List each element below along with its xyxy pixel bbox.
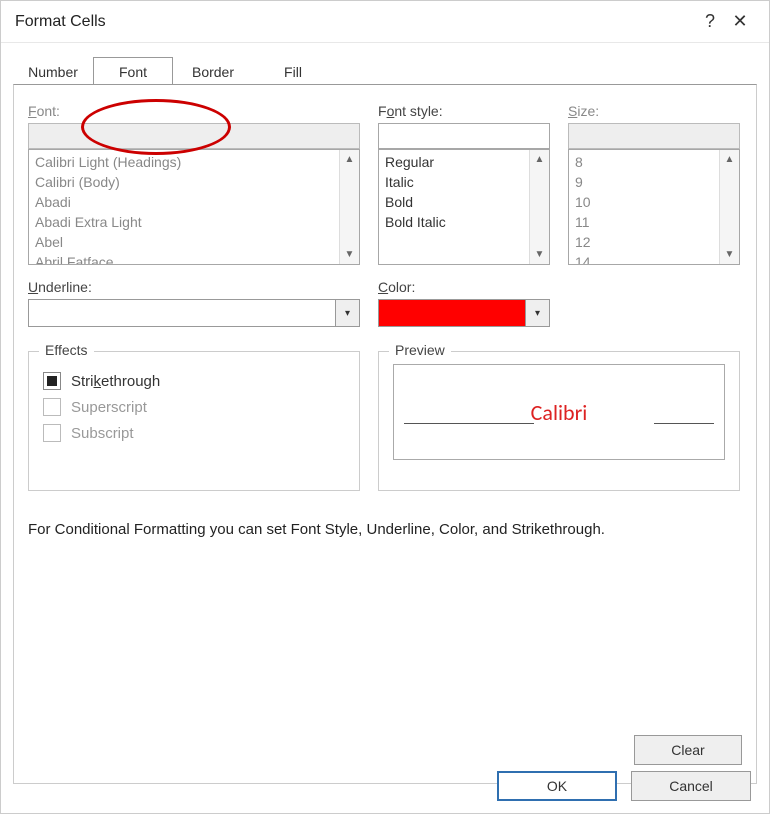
preview-group: Preview Calibri [378, 351, 740, 491]
font-input[interactable] [28, 123, 360, 149]
ok-button[interactable]: OK [497, 771, 617, 801]
font-option[interactable]: Abel [35, 232, 333, 252]
font-option[interactable]: Abadi Extra Light [35, 212, 333, 232]
titlebar: Format Cells ? ✕ [1, 1, 769, 43]
size-option[interactable]: 8 [575, 152, 713, 172]
strikethrough-checkbox[interactable]: Strikethrough [43, 372, 345, 390]
window-title: Format Cells [15, 13, 695, 31]
font-style-option[interactable]: Italic [385, 172, 523, 192]
color-combo[interactable]: ▾ [378, 299, 550, 327]
superscript-label: Superscript [71, 399, 147, 416]
font-option[interactable]: Abril Fatface [35, 252, 333, 265]
checkbox-icon[interactable] [43, 372, 61, 390]
tab-border[interactable]: Border [173, 57, 253, 85]
format-cells-dialog: Format Cells ? ✕ Number Font Border Fill… [0, 0, 770, 814]
chevron-down-icon[interactable]: ▼ [345, 249, 355, 260]
tab-fill[interactable]: Fill [253, 57, 333, 85]
subscript-checkbox: Subscript [43, 424, 345, 442]
font-style-input[interactable] [378, 123, 550, 149]
size-label: Size: [568, 103, 740, 119]
checkbox-icon [43, 424, 61, 442]
size-option[interactable]: 9 [575, 172, 713, 192]
font-label: Font: [28, 103, 360, 119]
underline-label: Underline: [28, 279, 360, 295]
font-style-listbox[interactable]: Regular Italic Bold Bold Italic ▲ ▼ [378, 149, 550, 265]
chevron-up-icon[interactable]: ▲ [535, 154, 545, 165]
size-option[interactable]: 11 [575, 212, 713, 232]
size-input[interactable] [568, 123, 740, 149]
font-style-scrollbar[interactable]: ▲ ▼ [529, 150, 549, 264]
font-listbox[interactable]: Calibri Light (Headings) Calibri (Body) … [28, 149, 360, 265]
clear-button[interactable]: Clear [634, 735, 742, 765]
chevron-up-icon[interactable]: ▲ [345, 154, 355, 165]
size-scrollbar[interactable]: ▲ ▼ [719, 150, 739, 264]
size-option[interactable]: 10 [575, 192, 713, 212]
close-icon[interactable]: ✕ [725, 11, 755, 32]
color-swatch[interactable] [378, 299, 526, 327]
font-style-option[interactable]: Bold [385, 192, 523, 212]
tab-font[interactable]: Font [93, 57, 173, 85]
chevron-down-icon[interactable]: ▾ [336, 299, 360, 327]
preview-legend: Preview [389, 342, 451, 358]
strikethrough-label: Strikethrough [71, 373, 160, 390]
cancel-button[interactable]: Cancel [631, 771, 751, 801]
font-option[interactable]: Calibri (Body) [35, 172, 333, 192]
effects-group: Effects Strikethrough Superscript Subscr… [28, 351, 360, 491]
preview-baseline [654, 423, 714, 424]
chevron-down-icon[interactable]: ▾ [526, 299, 550, 327]
preview-sample: Calibri [531, 399, 588, 426]
chevron-up-icon[interactable]: ▲ [725, 154, 735, 165]
font-option[interactable]: Abadi [35, 192, 333, 212]
help-icon[interactable]: ? [695, 11, 725, 32]
superscript-checkbox: Superscript [43, 398, 345, 416]
font-style-option[interactable]: Bold Italic [385, 212, 523, 232]
tab-panel-font: Font: Calibri Light (Headings) Calibri (… [13, 84, 757, 784]
tab-strip: Number Font Border Fill [13, 57, 757, 85]
effects-legend: Effects [39, 342, 94, 358]
chevron-down-icon[interactable]: ▼ [725, 249, 735, 260]
font-option[interactable]: Calibri Light (Headings) [35, 152, 333, 172]
size-listbox[interactable]: 8 9 10 11 12 14 ▲ ▼ [568, 149, 740, 265]
tab-number[interactable]: Number [13, 57, 93, 85]
underline-value[interactable] [28, 299, 336, 327]
font-scrollbar[interactable]: ▲ ▼ [339, 150, 359, 264]
preview-baseline [404, 423, 534, 424]
preview-box: Calibri [393, 364, 725, 460]
underline-combo[interactable]: ▾ [28, 299, 360, 327]
chevron-down-icon[interactable]: ▼ [535, 249, 545, 260]
hint-text: For Conditional Formatting you can set F… [28, 521, 742, 538]
size-option[interactable]: 14 [575, 252, 713, 265]
font-style-option[interactable]: Regular [385, 152, 523, 172]
font-style-label: Font style: [378, 103, 550, 119]
subscript-label: Subscript [71, 425, 134, 442]
color-label: Color: [378, 279, 550, 295]
size-option[interactable]: 12 [575, 232, 713, 252]
checkbox-icon [43, 398, 61, 416]
